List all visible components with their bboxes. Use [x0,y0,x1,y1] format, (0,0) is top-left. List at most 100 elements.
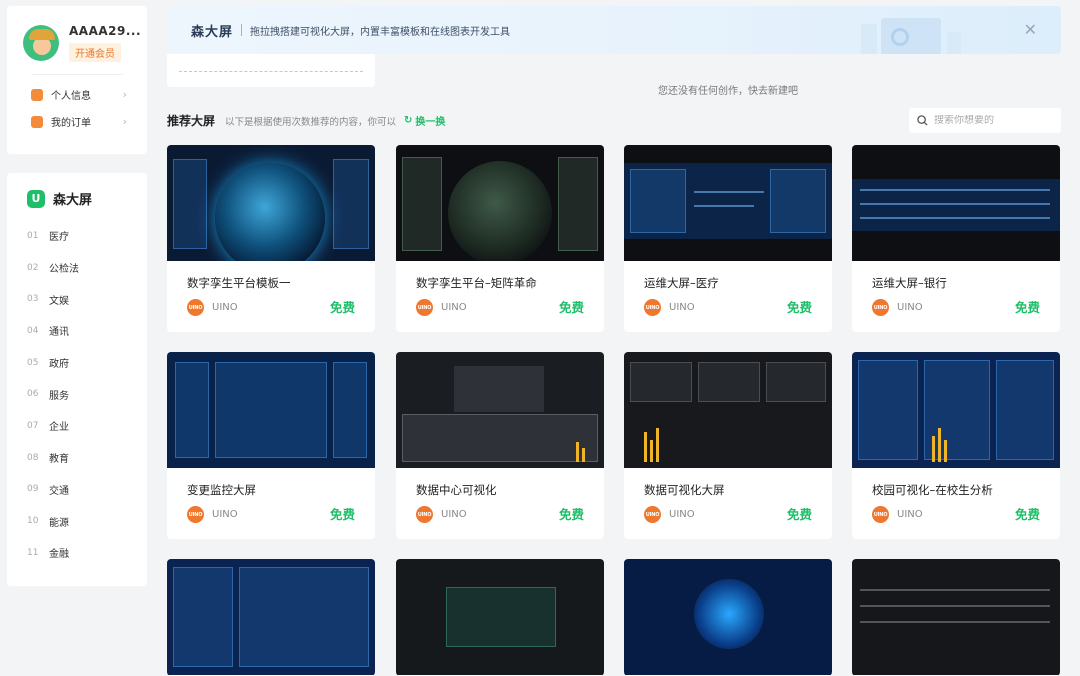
card-author: UINO UINO [187,506,238,523]
author-name: UINO [669,509,695,520]
search-input[interactable] [934,115,1044,126]
card-thumbnail[interactable] [852,145,1060,261]
card-thumbnail[interactable] [167,352,375,468]
category-item[interactable]: 02 公检法 [27,252,147,284]
category-label: 金融 [49,549,69,561]
chevron-right-icon: › [122,88,127,101]
author-name: UINO [897,302,923,313]
card-title: 数字孪生平台–矩阵革命 [416,276,537,290]
card-thumbnail[interactable] [167,145,375,261]
category-item[interactable]: 04 通讯 [27,315,147,347]
author-name: UINO [212,509,238,520]
template-card[interactable]: 运维大屏–医疗 UINO UINO 免费 [624,145,832,332]
brand: U 森大屏 [27,189,147,208]
category-number: 04 [27,325,39,336]
template-card[interactable]: 数据可视化大屏 UINO UINO 免费 [624,352,832,539]
refresh-label: 换一换 [415,117,446,128]
menu-item-orders[interactable]: 我的订单 › [23,108,131,135]
avatar[interactable] [23,25,59,61]
card-author: UINO UINO [644,299,695,316]
card-author: UINO UINO [416,506,467,523]
vip-button[interactable]: 开通会员 [69,43,121,62]
author-logo-icon: UINO [416,299,433,316]
category-number: 02 [27,262,39,273]
category-item[interactable]: 07 企业 [27,410,147,442]
template-card[interactable]: 校园可视化–在校生分析 UINO UINO 免费 [852,352,1060,539]
menu-item-label: 个人信息 [51,91,91,102]
author-name: UINO [669,302,695,313]
menu-item-label: 我的订单 [51,118,91,129]
search-box [909,108,1061,133]
author-name: UINO [441,509,467,520]
category-item[interactable]: 01 医疗 [27,220,147,252]
template-card[interactable]: 变更监控大屏 UINO UINO 免费 [167,352,375,539]
template-card[interactable]: 数字孪生平台模板一 UINO UINO 免费 [167,145,375,332]
close-icon[interactable]: ✕ [1024,20,1037,39]
category-number: 06 [27,389,39,400]
card-thumbnail[interactable] [624,145,832,261]
card-thumbnail[interactable] [396,352,604,468]
author-name: UINO [441,302,467,313]
card-title: 运维大屏–医疗 [644,276,719,290]
empty-hint: 您还没有任何创作，快去新建吧 [658,86,798,97]
banner-illustration [861,14,981,54]
category-item[interactable]: 05 政府 [27,347,147,379]
card-author: UINO UINO [416,299,467,316]
category-item[interactable]: 11 金融 [27,537,147,569]
category-label: 能源 [49,517,69,529]
divider [31,74,123,75]
card-thumbnail[interactable] [852,559,1060,675]
template-card[interactable] [852,559,1060,676]
section-title: 推荐大屏 [167,114,216,128]
author-logo-icon: UINO [644,299,661,316]
author-logo-icon: UINO [644,506,661,523]
author-logo-icon: UINO [416,506,433,523]
page: AAAA29... 开通会员 个人信息 › 我的订单 › U 森大屏 01 医疗 0… [0,0,1080,676]
category-number: 01 [27,230,39,241]
category-item[interactable]: 10 能源 [27,505,147,537]
card-author: UINO UINO [872,299,923,316]
category-item[interactable]: 03 文娱 [27,283,147,315]
order-icon [31,115,43,128]
create-card[interactable] [167,54,375,87]
card-thumbnail[interactable] [624,559,832,675]
category-item[interactable]: 08 教育 [27,442,147,474]
price-badge: 免费 [786,507,812,522]
price-badge: 免费 [786,300,812,315]
category-label: 企业 [49,422,69,434]
card-thumbnail[interactable] [852,352,1060,468]
price-badge: 免费 [1014,300,1040,315]
card-title: 校园可视化–在校生分析 [872,483,993,497]
category-item[interactable]: 06 服务 [27,378,147,410]
banner-desc: 拖拉拽搭建可视化大屏，内置丰富模板和在线图表开发工具 [250,26,511,38]
card-thumbnail[interactable] [396,145,604,261]
author-logo-icon: UINO [872,506,889,523]
category-label: 通讯 [49,327,69,339]
menu-item-profile[interactable]: 个人信息 › [23,81,131,108]
price-badge: 免费 [1014,507,1040,522]
category-item[interactable]: 09 交通 [27,474,147,506]
card-thumbnail[interactable] [167,559,375,675]
template-card[interactable]: 运维大屏–银行 UINO UINO 免费 [852,145,1060,332]
template-card[interactable] [167,559,375,676]
category-label: 医疗 [49,232,69,244]
section-desc: 以下是根据使用次数推荐的内容，你可以 [225,116,397,128]
template-card[interactable]: 数据中心可视化 UINO UINO 免费 [396,352,604,539]
search-icon [917,115,928,126]
category-label: 政府 [49,359,69,371]
user-profile: AAAA29... 开通会员 [23,24,141,62]
card-thumbnail[interactable] [624,352,832,468]
template-card[interactable]: 数字孪生平台–矩阵革命 UINO UINO 免费 [396,145,604,332]
category-number: 03 [27,294,39,305]
refresh-button[interactable]: ↻ 换一换 [404,113,445,128]
user-card: AAAA29... 开通会员 个人信息 › 我的订单 › [7,6,147,154]
category-sidebar: U 森大屏 01 医疗 02 公检法 03 文娱 04 通讯 05 政府 06 服务 07 企业 08 教育 0… [7,173,147,586]
top-banner: 森大屏 拖拉拽搭建可视化大屏，内置丰富模板和在线图表开发工具 ✕ [167,6,1061,54]
card-thumbnail[interactable] [396,559,604,675]
template-card[interactable] [396,559,604,676]
card-title: 数据可视化大屏 [644,483,725,497]
author-logo-icon: UINO [872,299,889,316]
template-card[interactable] [624,559,832,676]
category-label: 交通 [49,485,69,497]
price-badge: 免费 [329,300,355,315]
